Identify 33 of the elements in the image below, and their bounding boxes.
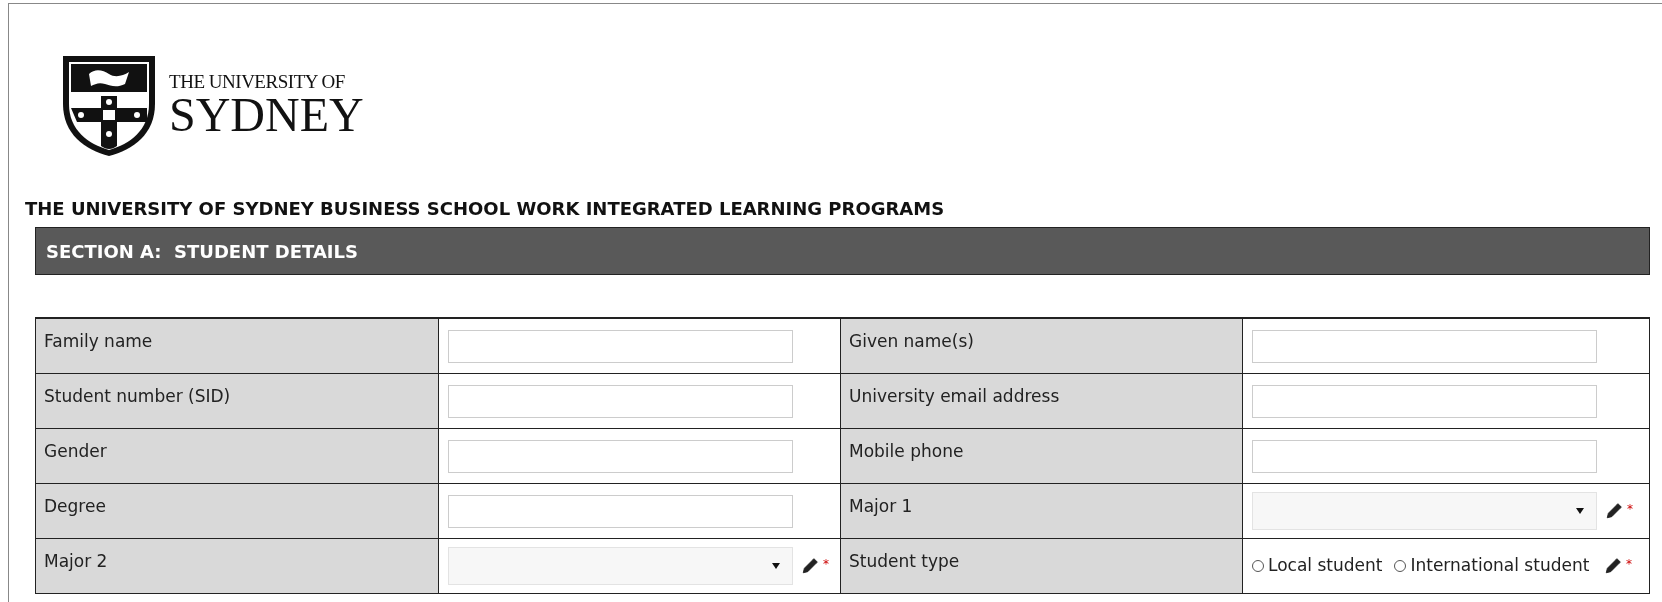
required-mark: * bbox=[823, 558, 829, 570]
caret-icon bbox=[772, 563, 780, 569]
page-heading: THE UNIVERSITY OF SYDNEY BUSINESS SCHOOL WORK INTEGRATED LEARNING PROGRAMS bbox=[25, 197, 946, 221]
radio-option[interactable]: International student bbox=[1394, 553, 1590, 579]
pencil-icon[interactable] bbox=[1604, 557, 1622, 575]
section-header: SECTION A: STUDENT DETAILS bbox=[35, 227, 1650, 275]
field-label: Major 2 bbox=[36, 539, 439, 593]
field-label: Gender bbox=[36, 429, 439, 483]
dropdown-field[interactable] bbox=[1252, 492, 1597, 530]
field-label: University email address bbox=[840, 374, 1243, 428]
input-field[interactable] bbox=[1252, 439, 1597, 473]
dropdown-field[interactable] bbox=[448, 547, 793, 585]
logo-text: SYDNEY bbox=[169, 90, 364, 139]
input-field[interactable] bbox=[448, 494, 793, 528]
required-mark: * bbox=[1626, 558, 1632, 570]
field-label: Student number (SID) bbox=[36, 374, 439, 428]
field-label: Student type bbox=[840, 539, 1243, 593]
input-field[interactable] bbox=[448, 384, 793, 418]
pencil-icon[interactable] bbox=[801, 557, 819, 575]
field-label: Given name(s) bbox=[840, 319, 1243, 373]
radio-option[interactable]: Local student bbox=[1252, 553, 1383, 579]
pencil-icon[interactable] bbox=[1605, 502, 1623, 520]
logo-text: THE UNIVERSITY OF bbox=[169, 71, 346, 91]
field-label: Family name bbox=[36, 319, 439, 373]
field-label: Major 1 bbox=[840, 484, 1243, 538]
input-field[interactable] bbox=[448, 439, 793, 473]
input-field[interactable] bbox=[1252, 384, 1597, 418]
field-label: Mobile phone bbox=[840, 429, 1243, 483]
caret-icon bbox=[1576, 508, 1584, 514]
field-label: Degree bbox=[36, 484, 439, 538]
required-mark: * bbox=[1627, 503, 1633, 515]
input-field[interactable] bbox=[448, 329, 793, 363]
input-field[interactable] bbox=[1252, 329, 1597, 363]
